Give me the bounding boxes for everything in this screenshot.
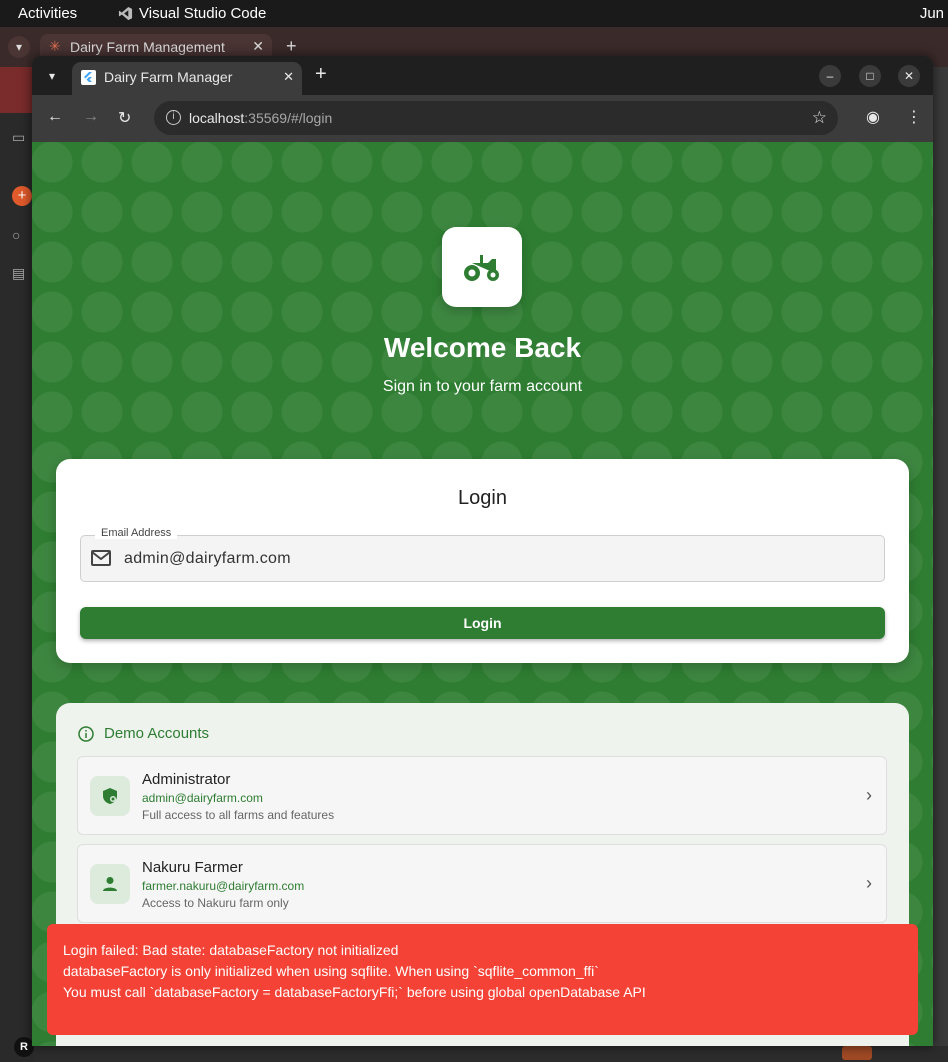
active-app-indicator[interactable]: Visual Studio Code (118, 5, 266, 22)
new-tab-icon[interactable]: + (315, 63, 327, 86)
login-page: Welcome Back Sign in to your farm accoun… (32, 142, 933, 1046)
demo-accounts-header: Demo Accounts (78, 725, 209, 742)
profile-icon[interactable]: ◉ (866, 107, 880, 127)
background-back-bar (0, 67, 34, 113)
url-text[interactable]: localhost:35569/#/login (189, 110, 332, 126)
account-avatar (90, 776, 130, 816)
login-card: Login Email Address admin@dairyfarm.com … (56, 459, 909, 663)
account-description: Full access to all farms and features (142, 808, 335, 822)
background-tab-title: Dairy Farm Management (70, 39, 225, 55)
email-label: Email Address (95, 527, 178, 539)
background-action-button[interactable] (842, 1046, 872, 1060)
background-status-area (34, 1046, 948, 1062)
welcome-heading: Welcome Back (383, 332, 582, 363)
archive-icon[interactable]: ▤ (12, 265, 25, 282)
maximize-icon[interactable]: □ (859, 65, 881, 87)
back-icon[interactable]: ← (47, 108, 63, 126)
account-description: Access to Nakuru farm only (142, 896, 289, 910)
app-logo (442, 227, 522, 307)
tab-search-icon[interactable]: ▾ (41, 65, 63, 87)
demo-account-administrator[interactable]: Administrator admin@dairyfarm.com Full a… (77, 756, 887, 835)
bookmark-star-icon[interactable]: ☆ (812, 108, 827, 128)
account-avatar (90, 864, 130, 904)
flutter-star-icon: ✳ (49, 38, 61, 54)
browser-tab-active[interactable]: Dairy Farm Manager ✕ (72, 62, 302, 95)
person-icon (103, 877, 117, 891)
account-name: Administrator (142, 771, 231, 788)
login-title: Login (458, 487, 507, 509)
background-activity-bar: ▭ + ○ ▤ (0, 67, 34, 1062)
forward-icon[interactable]: → (83, 108, 99, 126)
user-avatar[interactable]: R (14, 1037, 34, 1057)
account-email: farmer.nakuru@dairyfarm.com (142, 879, 305, 893)
error-line-3: You must call `databaseFactory = databas… (63, 984, 646, 1000)
tractor-icon (464, 255, 499, 281)
account-email: admin@dairyfarm.com (142, 791, 263, 805)
close-window-icon[interactable]: ✕ (898, 65, 920, 87)
clock[interactable]: Jun (920, 5, 944, 22)
flutter-favicon-icon (81, 70, 96, 85)
chat-icon[interactable]: ○ (12, 227, 20, 243)
error-snackbar: Login failed: Bad state: databaseFactory… (47, 924, 918, 1035)
browser-window: ▾ Dairy Farm Manager ✕ + – □ ✕ ← → ↻ i l… (32, 56, 933, 1046)
tab-title: Dairy Farm Manager (104, 69, 233, 85)
browser-toolbar: ← → ↻ i localhost:35569/#/login ☆ ◉ ⋮ (32, 95, 933, 142)
address-bar[interactable]: i localhost:35569/#/login ☆ (154, 101, 838, 135)
background-tab-search-icon[interactable]: ▾ (8, 36, 30, 58)
welcome-subtitle: Sign in to your farm account (382, 378, 583, 395)
background-new-tab-icon[interactable]: + (286, 36, 297, 57)
reload-icon[interactable]: ↻ (118, 108, 131, 128)
error-line-1: Login failed: Bad state: databaseFactory… (63, 942, 399, 958)
app-name: Visual Studio Code (139, 5, 267, 22)
chevron-right-icon: › (866, 785, 872, 805)
url-host: localhost (189, 110, 245, 126)
demo-accounts-title: Demo Accounts (104, 725, 210, 742)
chevron-right-icon: › (866, 873, 872, 893)
tab-strip: ▾ Dairy Farm Manager ✕ + – □ ✕ (32, 56, 933, 95)
vscode-icon (118, 6, 133, 21)
demo-account-nakuru-farmer[interactable]: Nakuru Farmer farmer.nakuru@dairyfarm.co… (77, 844, 887, 923)
close-icon[interactable]: ✕ (252, 38, 264, 55)
email-field[interactable]: Email Address admin@dairyfarm.com (80, 527, 885, 582)
mail-icon (91, 550, 111, 566)
sidebar-toggle-icon[interactable]: ▭ (12, 129, 25, 146)
login-button[interactable]: Login (80, 607, 885, 639)
activities-button[interactable]: Activities (18, 5, 77, 22)
system-top-bar: Activities Visual Studio Code Jun (0, 0, 948, 27)
admin-shield-icon (103, 788, 117, 804)
minimize-icon[interactable]: – (819, 65, 841, 87)
email-input-value[interactable]: admin@dairyfarm.com (124, 550, 291, 568)
menu-kebab-icon[interactable]: ⋮ (906, 107, 922, 127)
tab-close-icon[interactable]: ✕ (283, 69, 294, 85)
account-name: Nakuru Farmer (142, 859, 243, 876)
error-line-2: databaseFactory is only initialized when… (63, 963, 599, 979)
site-info-icon[interactable]: i (166, 110, 181, 125)
url-path: :35569/#/login (244, 110, 333, 126)
add-icon[interactable]: + (12, 186, 32, 206)
info-icon (78, 725, 94, 742)
